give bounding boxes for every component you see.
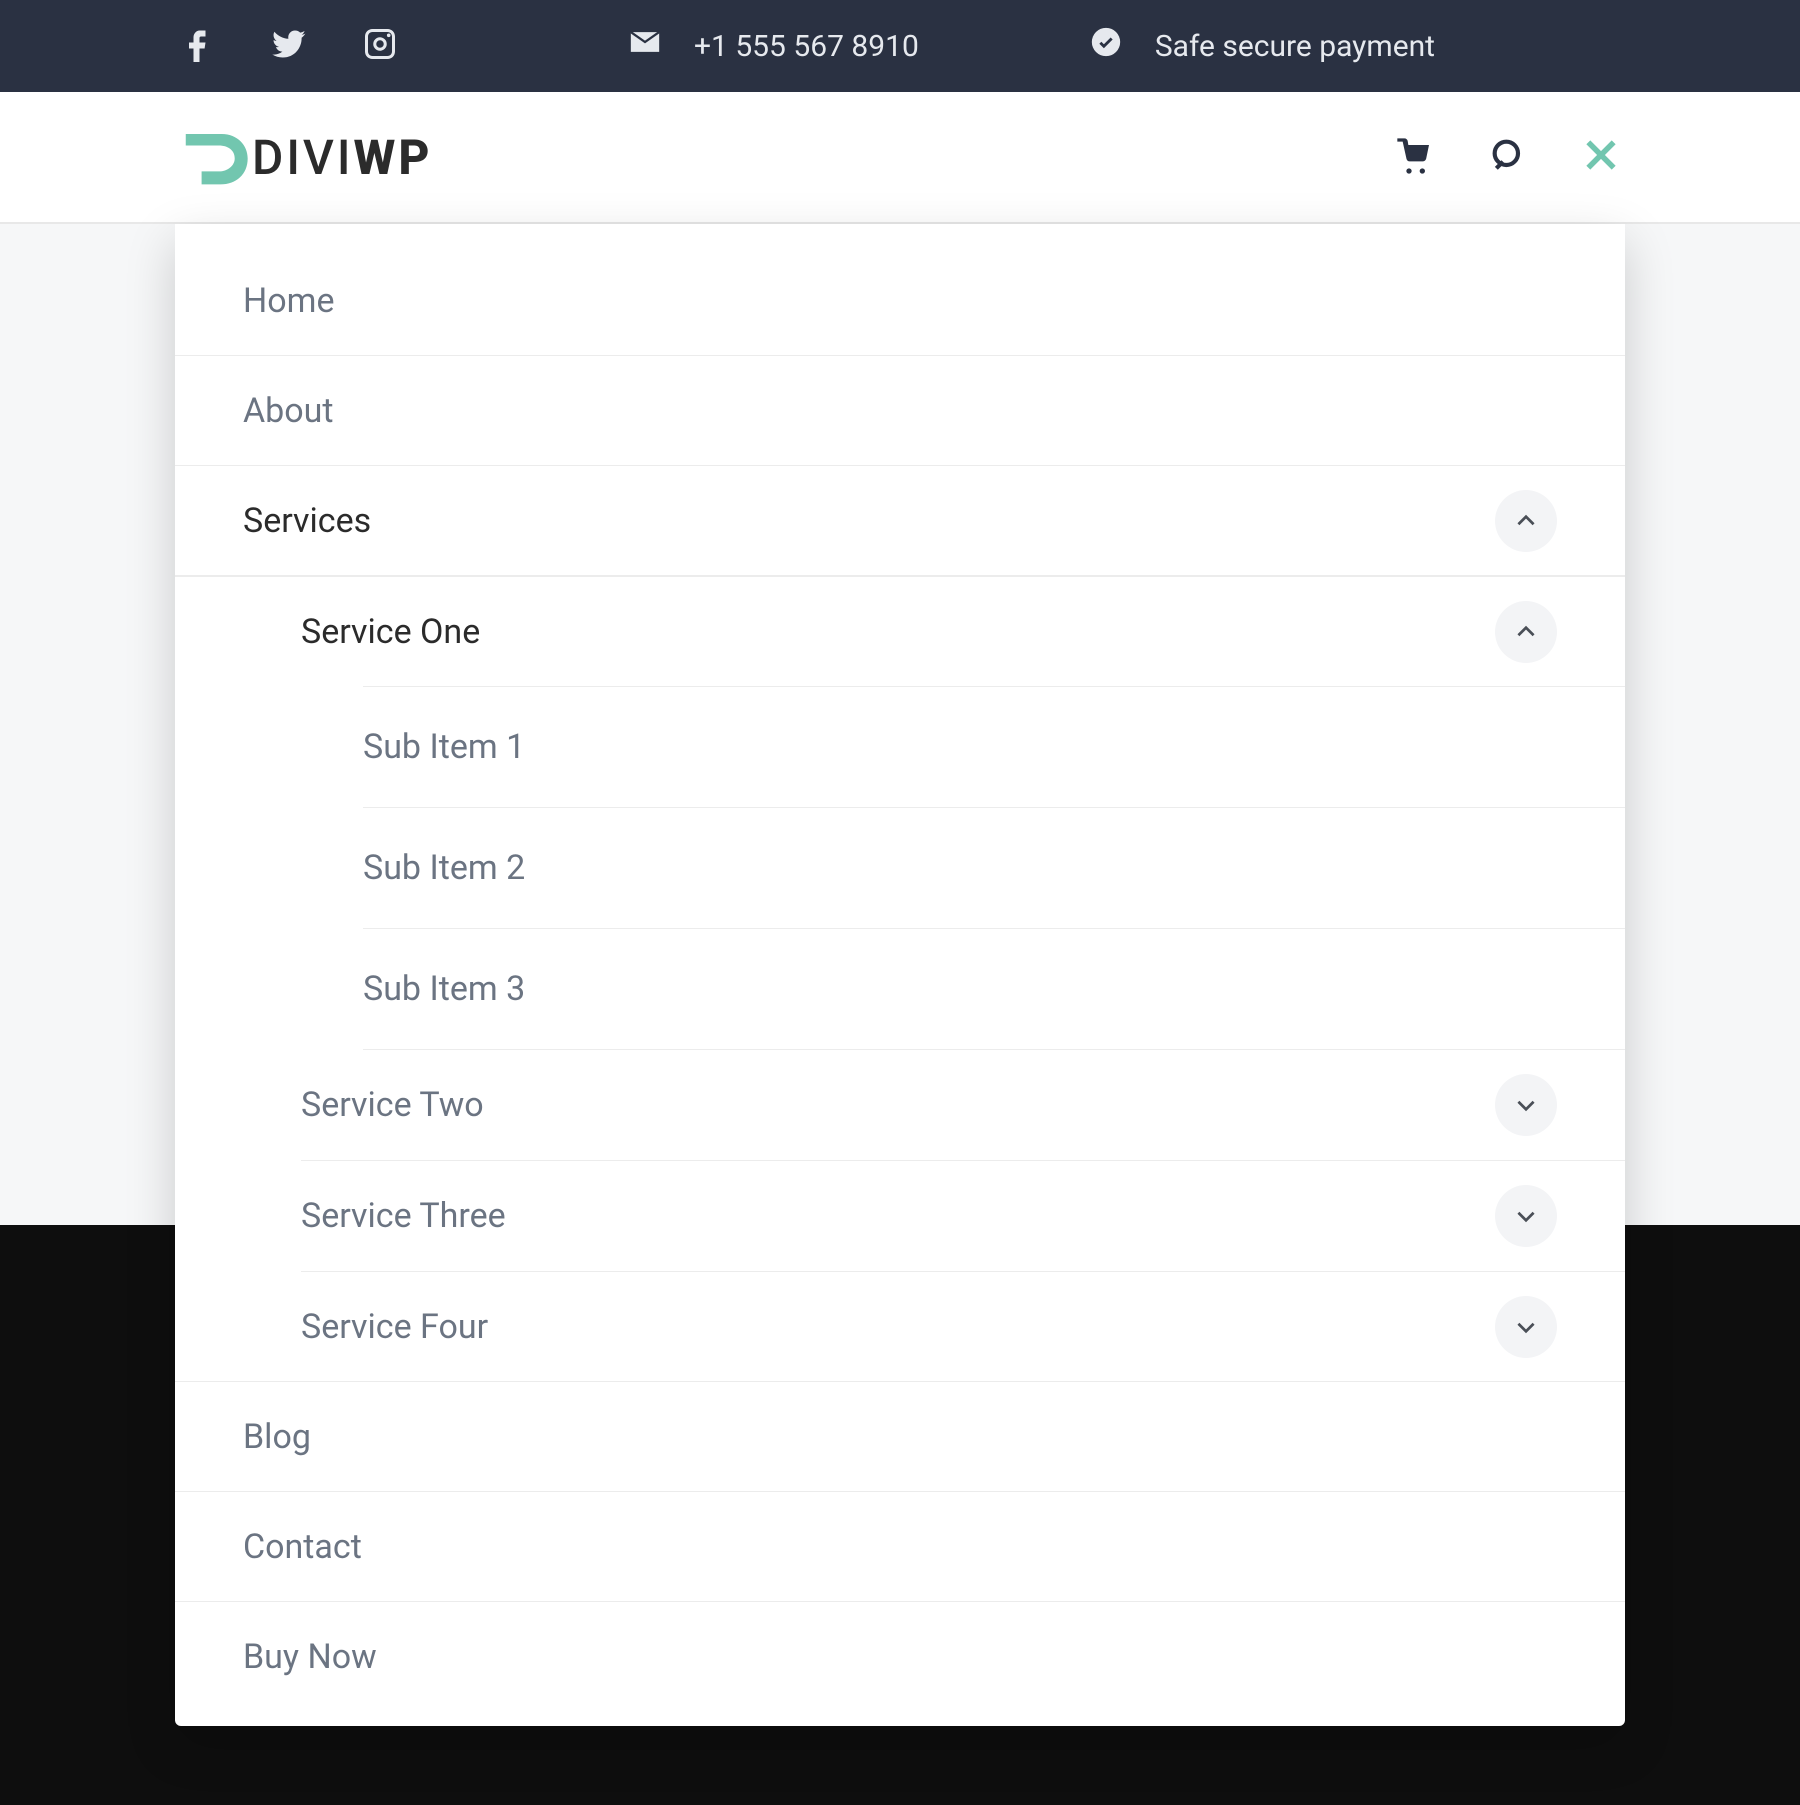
- menu-label: Sub Item 2: [363, 848, 525, 888]
- menu-label: Service Three: [301, 1196, 506, 1236]
- facebook-icon[interactable]: [180, 26, 216, 66]
- twitter-icon[interactable]: [271, 26, 307, 66]
- logo-mark-icon: [180, 121, 252, 193]
- collapse-toggle[interactable]: [1495, 601, 1557, 663]
- menu-label: Service Two: [301, 1085, 484, 1125]
- secure-text: Safe secure payment: [1155, 29, 1435, 64]
- chevron-down-icon: [1513, 1314, 1539, 1340]
- menu-label: Sub Item 3: [363, 969, 525, 1009]
- expand-toggle[interactable]: [1495, 1296, 1557, 1358]
- logo-text-part2: WP: [354, 129, 433, 186]
- logo-text: DIVIWP: [252, 129, 432, 186]
- menu-item-service-three[interactable]: Service Three: [175, 1161, 1625, 1271]
- chevron-up-icon: [1513, 508, 1539, 534]
- menu-label: About: [243, 391, 334, 431]
- menu-item-sub-1[interactable]: Sub Item 1: [175, 687, 1625, 807]
- expand-toggle[interactable]: [1495, 1074, 1557, 1136]
- phone-text: +1 555 567 8910: [694, 29, 919, 64]
- menu-item-sub-2[interactable]: Sub Item 2: [175, 808, 1625, 928]
- collapse-toggle[interactable]: [1495, 490, 1557, 552]
- menu-label: Sub Item 1: [363, 727, 525, 767]
- close-menu-button[interactable]: [1582, 136, 1620, 178]
- cart-icon[interactable]: [1394, 135, 1434, 179]
- menu-item-contact[interactable]: Contact: [175, 1492, 1625, 1602]
- menu-item-services[interactable]: Services: [175, 466, 1625, 576]
- menu-item-sub-3[interactable]: Sub Item 3: [175, 929, 1625, 1049]
- menu-item-about[interactable]: About: [175, 356, 1625, 466]
- menu-item-blog[interactable]: Blog: [175, 1382, 1625, 1492]
- menu-item-home[interactable]: Home: [175, 246, 1625, 356]
- menu-label: Service One: [301, 612, 480, 652]
- mobile-menu-panel: Home About Services Service One Sub Item…: [175, 224, 1625, 1726]
- site-header: DIVIWP: [0, 92, 1800, 224]
- site-logo[interactable]: DIVIWP: [180, 121, 432, 193]
- social-links: [180, 26, 398, 66]
- chevron-down-icon: [1513, 1092, 1539, 1118]
- menu-label: Buy Now: [243, 1637, 377, 1677]
- page-body: Home About Services Service One Sub Item…: [0, 224, 1800, 1805]
- menu-label: Contact: [243, 1527, 362, 1567]
- search-icon[interactable]: [1488, 135, 1528, 179]
- logo-text-part1: DIVI: [252, 129, 354, 186]
- menu-item-service-two[interactable]: Service Two: [175, 1050, 1625, 1160]
- chevron-down-icon: [1513, 1203, 1539, 1229]
- menu-item-service-four[interactable]: Service Four: [175, 1272, 1625, 1382]
- menu-label: Home: [243, 281, 335, 321]
- top-bar: +1 555 567 8910 Safe secure payment: [0, 0, 1800, 92]
- header-actions: [1394, 135, 1620, 179]
- chevron-up-icon: [1513, 619, 1539, 645]
- expand-toggle[interactable]: [1495, 1185, 1557, 1247]
- menu-label: Service Four: [301, 1307, 488, 1347]
- phone-group[interactable]: +1 555 567 8910: [628, 25, 919, 67]
- menu-label: Blog: [243, 1417, 311, 1457]
- menu-item-service-one[interactable]: Service One: [175, 576, 1625, 686]
- check-circle-icon: [1089, 25, 1123, 67]
- menu-item-buy-now[interactable]: Buy Now: [175, 1602, 1625, 1712]
- menu-label: Services: [243, 501, 371, 541]
- secure-group: Safe secure payment: [1089, 25, 1435, 67]
- mail-icon: [628, 25, 662, 67]
- instagram-icon[interactable]: [362, 26, 398, 66]
